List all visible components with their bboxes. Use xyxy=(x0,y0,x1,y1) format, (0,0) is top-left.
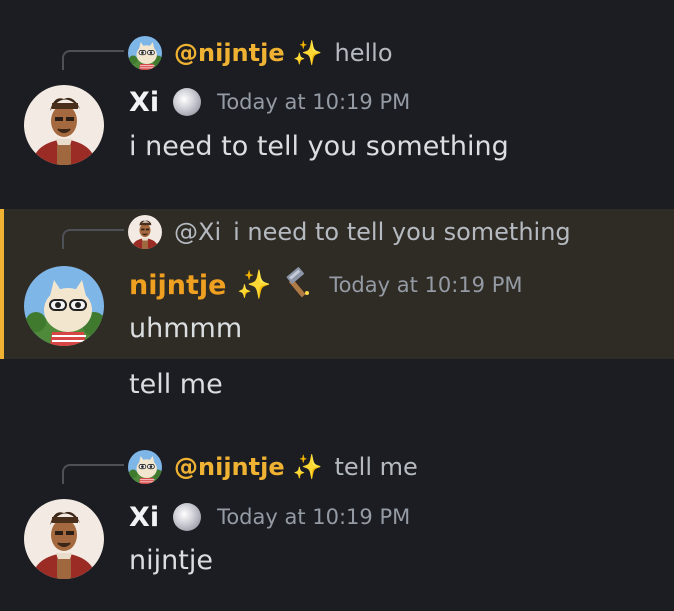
reply-preview[interactable]: @Xi i need to tell you something xyxy=(174,217,571,247)
message-content: nijntje xyxy=(129,545,213,576)
reply-connector xyxy=(62,229,124,249)
reply-author-name[interactable]: @Xi xyxy=(174,217,221,247)
reply-connector xyxy=(62,464,124,484)
reply-author-name[interactable]: @nijntje xyxy=(174,452,285,482)
reply-connector xyxy=(62,50,124,70)
orb-badge-icon[interactable] xyxy=(173,88,202,116)
timestamp[interactable]: Today at 10:19 PM xyxy=(329,273,522,297)
message-content: i need to tell you something xyxy=(129,131,509,162)
author-name[interactable]: Xi xyxy=(129,502,159,533)
message-header: nijntje ✨ Today at 10:19 PM xyxy=(129,267,522,303)
sparkle-icon: ✨ xyxy=(292,39,323,67)
reply-avatar[interactable] xyxy=(128,450,162,484)
reply-author-name[interactable]: @nijntje xyxy=(174,38,285,68)
sparkle-icon: ✨ xyxy=(292,453,323,481)
timestamp[interactable]: Today at 10:19 PM xyxy=(217,505,410,529)
reply-snippet[interactable]: hello xyxy=(335,38,393,68)
reply-snippet[interactable]: tell me xyxy=(335,452,418,482)
avatar[interactable] xyxy=(24,266,104,346)
reply-preview[interactable]: @nijntje ✨ hello xyxy=(174,38,393,68)
chat-messages: @nijntje ✨ hello Xi Today at 10:19 PM i … xyxy=(0,0,674,611)
message-header: Xi Today at 10:19 PM xyxy=(129,86,410,118)
hammer-icon[interactable] xyxy=(281,267,313,303)
message-content: tell me xyxy=(129,369,223,400)
reply-avatar[interactable] xyxy=(128,215,162,249)
message-content: uhmmm xyxy=(129,313,243,344)
timestamp[interactable]: Today at 10:19 PM xyxy=(217,90,410,114)
reply-snippet[interactable]: i need to tell you something xyxy=(233,217,571,247)
avatar[interactable] xyxy=(24,499,104,579)
avatar[interactable] xyxy=(24,85,104,165)
orb-badge-icon[interactable] xyxy=(173,503,202,531)
author-name[interactable]: Xi xyxy=(129,87,159,118)
message-group[interactable]: @nijntje ✨ hello Xi Today at 10:19 PM i … xyxy=(0,0,674,180)
message-group[interactable]: @nijntje ✨ tell me Xi Today at 10:19 PM … xyxy=(0,430,674,611)
reply-avatar[interactable] xyxy=(128,36,162,70)
message-followup[interactable]: tell me xyxy=(0,359,674,415)
author-name[interactable]: nijntje xyxy=(129,270,226,301)
reply-preview[interactable]: @nijntje ✨ tell me xyxy=(174,452,418,482)
sparkle-icon: ✨ xyxy=(236,268,272,301)
message-group-highlighted[interactable]: @Xi i need to tell you something nijntje… xyxy=(0,209,674,359)
message-header: Xi Today at 10:19 PM xyxy=(129,501,410,533)
